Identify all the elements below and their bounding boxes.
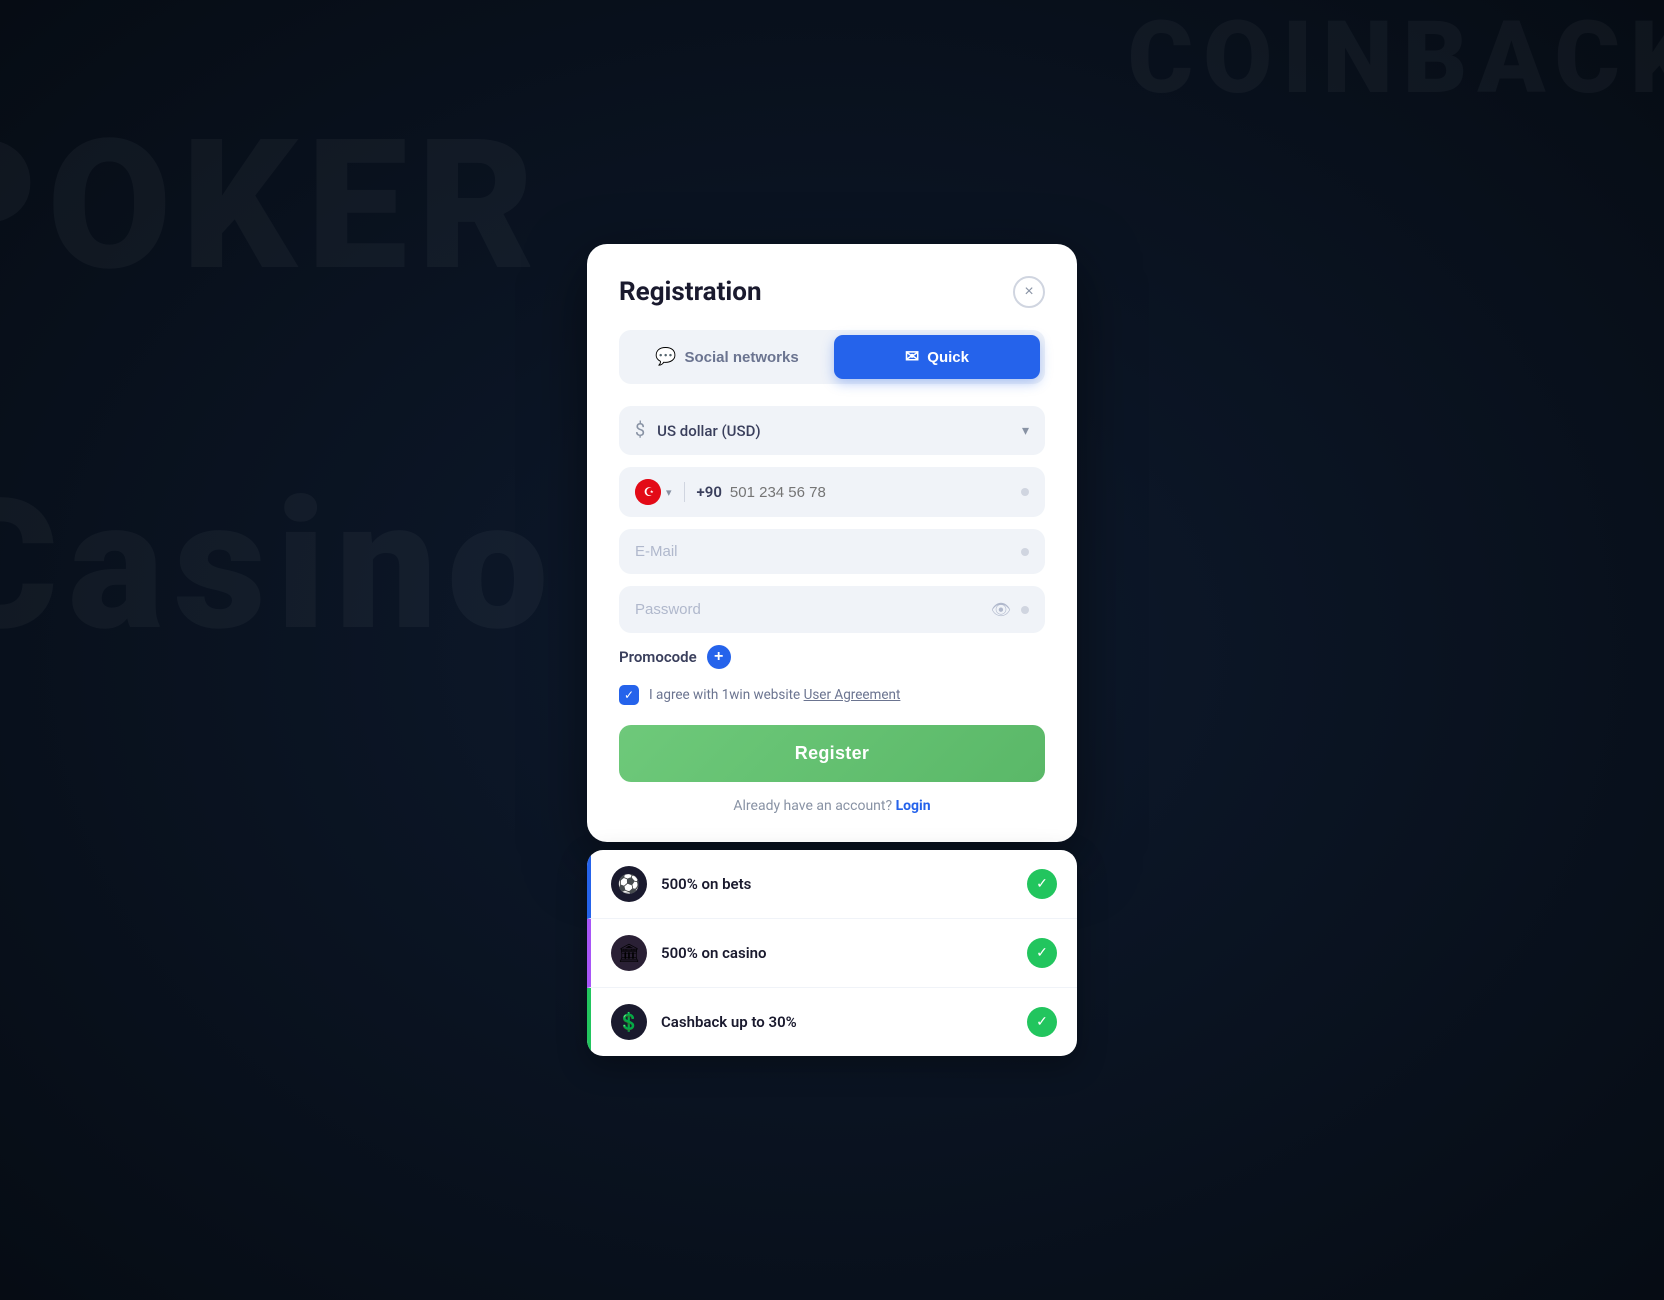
phone-divider [684,482,685,502]
password-input[interactable] [635,601,981,618]
bonus-bets-text: 500% on bets [661,875,1013,893]
cashback-icon: 💲 [618,1012,640,1033]
tab-social-networks[interactable]: 💬 Social networks [624,335,830,379]
tab-social-label: Social networks [684,349,798,366]
tab-row: 💬 Social networks ✉ Quick [619,330,1045,384]
bonus-item-bets: ⚽ 500% on bets ✓ [587,850,1077,919]
bonus-casino-check: ✓ [1027,938,1057,968]
turkey-flag [635,479,661,505]
currency-select[interactable]: $ US dollar (USD) ▾ [619,406,1045,455]
country-selector[interactable]: ▾ [635,479,672,505]
eye-icon[interactable]: 👁 [991,600,1011,619]
bg-text-casino: Casino [0,460,558,671]
bonus-cashback-check: ✓ [1027,1007,1057,1037]
bonus-card: ⚽ 500% on bets ✓ 🏛 500% on casino ✓ 💲 Ca… [587,850,1077,1056]
user-agreement-link[interactable]: User Agreement [804,687,901,703]
close-icon: × [1024,284,1033,300]
bg-text-poker: POKER [0,100,545,311]
casino-icon-circle: 🏛 [611,935,647,971]
password-required-dot [1021,606,1029,614]
checkmark-icon: ✓ [624,688,634,702]
email-field [619,529,1045,574]
email-required-dot [1021,548,1029,556]
currency-label: US dollar (USD) [657,422,1010,440]
promocode-label: Promocode [619,648,697,666]
email-input[interactable] [635,543,1011,560]
bets-icon: ⚽ [618,874,640,895]
bets-icon-circle: ⚽ [611,866,647,902]
register-label: Register [795,743,869,763]
close-button[interactable]: × [1013,276,1045,308]
tab-quick[interactable]: ✉ Quick [834,335,1040,379]
phone-field: ▾ +90 [619,467,1045,517]
bets-check-icon: ✓ [1036,876,1048,892]
already-account-text: Already have an account? [733,798,892,814]
plus-icon: + [714,649,723,665]
social-icon: 💬 [655,347,676,367]
phone-input[interactable] [730,484,1013,501]
register-button[interactable]: Register [619,725,1045,782]
field-required-dot [1021,488,1029,496]
bonus-cashback-text: Cashback up to 30% [661,1013,1013,1031]
login-link[interactable]: Login [896,798,931,814]
bonus-item-cashback: 💲 Cashback up to 30% ✓ [587,988,1077,1056]
promocode-row: Promocode + [619,645,1045,669]
modal-wrapper: Registration × 💬 Social networks ✉ Quick… [587,244,1077,1056]
casino-icon: 🏛 [618,943,641,964]
chevron-down-icon: ▾ [1022,423,1029,439]
agreement-text: I agree with 1win website User Agreement [649,687,900,703]
agreement-row: ✓ I agree with 1win website User Agreeme… [619,685,1045,705]
tab-quick-label: Quick [927,349,969,366]
email-icon: ✉ [905,347,919,367]
flag-chevron-icon: ▾ [666,486,672,499]
cashback-icon-circle: 💲 [611,1004,647,1040]
agreement-checkbox[interactable]: ✓ [619,685,639,705]
registration-modal: Registration × 💬 Social networks ✉ Quick… [587,244,1077,842]
agreement-prefix: I agree with 1win website [649,687,804,703]
bonus-bets-check: ✓ [1027,869,1057,899]
add-promocode-button[interactable]: + [707,645,731,669]
password-field: 👁 [619,586,1045,633]
bonus-item-casino: 🏛 500% on casino ✓ [587,919,1077,988]
modal-header: Registration × [619,276,1045,308]
bg-text-coinback: COINBACK [1128,0,1664,117]
dollar-icon: $ [635,420,645,441]
casino-check-icon: ✓ [1036,945,1048,961]
login-row: Already have an account? Login [619,798,1045,814]
phone-country-code: +90 [697,483,722,501]
bonus-casino-text: 500% on casino [661,944,1013,962]
cashback-check-icon: ✓ [1036,1014,1048,1030]
modal-title: Registration [619,277,762,307]
